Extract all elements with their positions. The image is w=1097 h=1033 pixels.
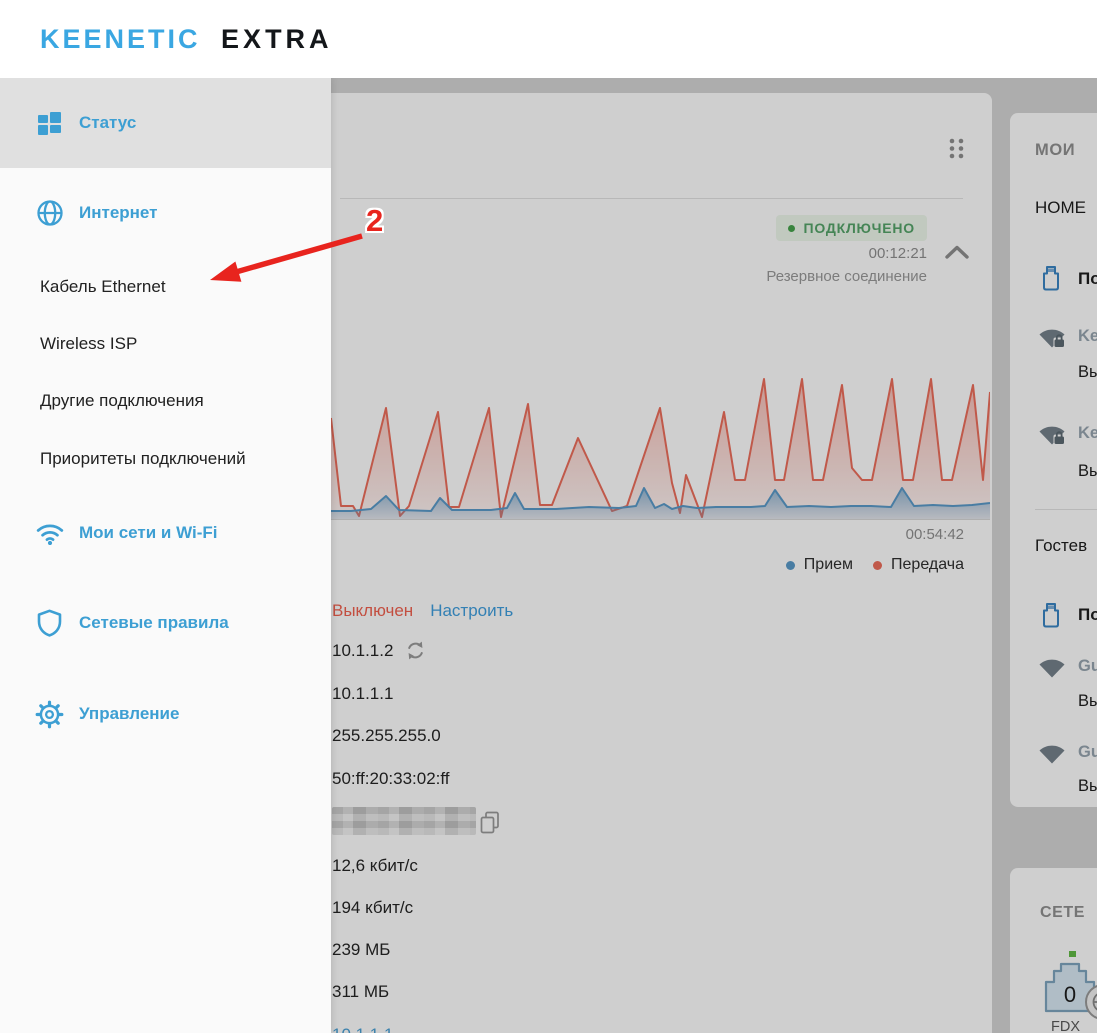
logo-brand: KEENETIC bbox=[40, 24, 201, 54]
sidebar-item-management[interactable]: Управление bbox=[0, 699, 331, 729]
sidebar-item-status[interactable]: Статус bbox=[0, 78, 331, 168]
guest-wifi-ssid[interactable]: Gu bbox=[1078, 657, 1097, 676]
wifi-icon bbox=[1039, 659, 1065, 678]
sidebar-item-network-rules[interactable]: Сетевые правила bbox=[0, 608, 331, 638]
state-value: Выключен bbox=[332, 601, 414, 620]
guest-wifi-state: Вы bbox=[1078, 692, 1097, 710]
tx-rate-value: 194 кбит/с bbox=[332, 898, 414, 917]
guest-wifi-state: Вы bbox=[1078, 777, 1097, 795]
sidebar-item-kabel-ethernet[interactable]: Кабель Ethernet bbox=[40, 277, 166, 297]
redacted-value bbox=[332, 807, 476, 835]
logo-model: EXTRA bbox=[221, 24, 333, 54]
globe-icon bbox=[35, 199, 64, 227]
guest-port-link[interactable]: По bbox=[1078, 605, 1097, 625]
keenetic-logo: KEENETIC EXTRA bbox=[40, 24, 333, 55]
legend-item-tx[interactable]: Передача bbox=[873, 556, 964, 574]
wifi-lock-icon bbox=[1039, 426, 1065, 445]
connection-note: Резервное соединение bbox=[766, 268, 927, 285]
wifi-icon bbox=[35, 522, 64, 545]
renew-ip-icon[interactable] bbox=[405, 640, 426, 661]
sidebar-item-wireless-isp[interactable]: Wireless ISP bbox=[40, 334, 137, 354]
home-port-link[interactable]: По bbox=[1078, 269, 1097, 289]
sidebar-item-other-connections[interactable]: Другие подключения bbox=[40, 391, 204, 411]
copy-icon[interactable] bbox=[479, 811, 501, 834]
dashboard-icon bbox=[35, 111, 64, 135]
tx-total-value: 311 МБ bbox=[332, 982, 390, 1001]
mac-address-value: 50:ff:20:33:02:ff bbox=[332, 769, 450, 788]
app-root: ПОДКЛЮЧЕНО 00:12:21 Резервное соединение bbox=[0, 0, 1097, 1033]
ip-address-row: 10.1.1.2 bbox=[332, 640, 426, 661]
home-wifi-ssid[interactable]: Ke bbox=[1078, 327, 1097, 346]
sidebar-item-internet[interactable]: Интернет bbox=[0, 199, 331, 227]
network-ports-title: СЕТЕ bbox=[1040, 904, 1086, 921]
sidebar-item-label: Интернет bbox=[79, 203, 158, 222]
port-number: 0 bbox=[1064, 982, 1076, 1007]
home-network-name: HOME bbox=[1035, 198, 1086, 217]
home-wifi-state: Вы bbox=[1078, 363, 1097, 381]
rx-rate-value: 12,6 кбит/с bbox=[332, 856, 418, 875]
sidebar-item-label: Управление bbox=[79, 704, 180, 723]
chart-legend: Прием Передача bbox=[785, 556, 964, 574]
wifi-icon bbox=[1039, 745, 1065, 764]
sidebar-item-label: Сетевые правила bbox=[79, 613, 229, 632]
drag-handle-icon[interactable] bbox=[948, 137, 965, 160]
connection-uptime: 00:12:21 bbox=[868, 245, 927, 262]
status-dot-icon bbox=[788, 224, 796, 232]
rx-total-value: 239 МБ bbox=[332, 940, 391, 959]
legend-label-rx: Прием bbox=[803, 556, 854, 573]
app-header: KEENETIC EXTRA bbox=[0, 0, 1097, 78]
chart-time-label: 00:54:42 bbox=[905, 526, 964, 543]
gateway-value: 10.1.1.1 bbox=[332, 684, 394, 703]
subnet-mask-value: 255.255.255.0 bbox=[332, 726, 441, 745]
sidebar-menu: Статус Интернет Кабель Ethernet Wireless… bbox=[0, 78, 331, 1033]
home-wifi-ssid[interactable]: Ke bbox=[1078, 424, 1097, 443]
sidebar-item-label: Мои сети и Wi-Fi bbox=[79, 523, 218, 542]
my-networks-title: МОИ bbox=[1035, 141, 1076, 159]
sidebar-item-my-networks[interactable]: Мои сети и Wi-Fi bbox=[0, 519, 331, 547]
collapse-chevron-icon[interactable] bbox=[944, 244, 970, 260]
dns-server-link[interactable]: 10.1.1.1 bbox=[332, 1025, 393, 1033]
home-wifi-state: Вы bbox=[1078, 462, 1097, 480]
status-badge-label: ПОДКЛЮЧЕНО bbox=[803, 220, 915, 236]
card-divider bbox=[1035, 509, 1097, 510]
wifi-lock-icon bbox=[1039, 329, 1065, 348]
sidebar-item-label: Статус bbox=[79, 113, 137, 132]
ethernet-plug-icon bbox=[1043, 603, 1059, 628]
port-link-led bbox=[1069, 951, 1076, 957]
legend-item-rx[interactable]: Прием bbox=[785, 556, 854, 574]
configure-link[interactable]: Настроить bbox=[430, 601, 513, 620]
guest-network-name: Гостев bbox=[1035, 536, 1088, 555]
traffic-chart bbox=[331, 378, 990, 520]
card-divider bbox=[340, 198, 963, 199]
legend-dot-tx bbox=[873, 560, 883, 570]
ip-address-value: 10.1.1.2 bbox=[332, 640, 394, 660]
sidebar-item-connection-priorities[interactable]: Приоритеты подключений bbox=[40, 449, 246, 469]
status-badge: ПОДКЛЮЧЕНО bbox=[776, 215, 927, 241]
port-duplex-label: FDX bbox=[1051, 1019, 1080, 1033]
chart-area-tx bbox=[331, 379, 990, 520]
shield-icon bbox=[35, 609, 64, 637]
legend-dot-rx bbox=[785, 560, 795, 570]
ipv6-state-row: Выключен Настроить bbox=[332, 601, 513, 621]
legend-label-tx: Передача bbox=[891, 556, 964, 573]
annotation-step-number: 2 bbox=[366, 203, 384, 238]
gear-icon bbox=[35, 700, 64, 729]
ethernet-plug-icon bbox=[1043, 266, 1059, 291]
guest-wifi-ssid[interactable]: Gu bbox=[1078, 743, 1097, 762]
